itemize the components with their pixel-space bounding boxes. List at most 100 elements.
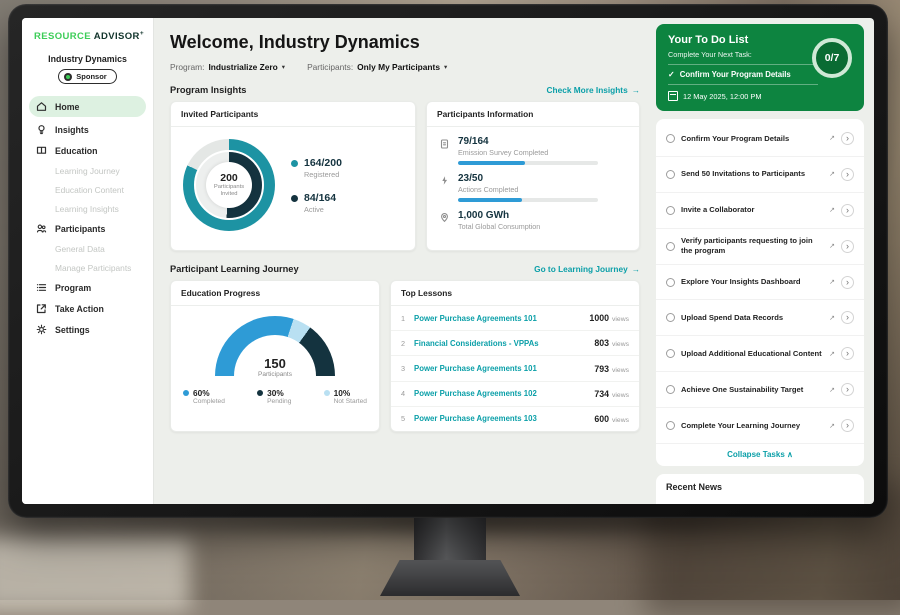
lesson-link[interactable]: Financial Considerations - VPPAs — [414, 339, 539, 348]
participants-filter-dropdown[interactable]: Participants: Only My Participants ▾ — [307, 62, 447, 72]
logo-plus: + — [140, 30, 144, 37]
sidebar-item-education-content[interactable]: Education Content — [22, 180, 153, 199]
lesson-row[interactable]: 4 Power Purchase Agreements 102 734views — [391, 382, 639, 407]
education-legend: 60% Completed 30% Pending 10% Not Starte… — [181, 388, 369, 405]
gear-icon — [36, 324, 47, 335]
legend-dot-active — [291, 195, 298, 202]
sidebar-item-home[interactable]: Home — [29, 96, 146, 117]
todo-task[interactable]: Complete Your Learning Journey ↗ › — [656, 408, 864, 444]
card-title-lessons: Top Lessons — [391, 281, 639, 306]
chevron-up-icon: ∧ — [787, 450, 793, 459]
card-title-invited: Invited Participants — [171, 102, 415, 127]
go-to-learning-journey-link[interactable]: Go to Learning Journey → — [534, 264, 640, 274]
todo-task[interactable]: Upload Additional Educational Content ↗ … — [656, 336, 864, 372]
lesson-row[interactable]: 1 Power Purchase Agreements 101 1000view… — [391, 306, 639, 331]
lesson-link[interactable]: Power Purchase Agreements 103 — [414, 414, 537, 423]
section-title-program-insights: Program Insights — [170, 85, 246, 95]
sidebar-nav: Home Insights Education Learning Journey… — [22, 96, 153, 340]
logo-text-resource: RESOURCE — [34, 31, 91, 42]
info-row-consumption: 1,000 GWh Total Global Consumption — [439, 210, 627, 231]
invited-legend: 164/200 Registered 84/164 Active — [291, 157, 342, 214]
sidebar-item-insights[interactable]: Insights — [22, 119, 153, 140]
clipboard-icon — [439, 138, 450, 149]
background-desk-light — [0, 537, 190, 612]
todo-task[interactable]: Upload Spend Data Records ↗ › — [656, 300, 864, 336]
chevron-right-icon[interactable]: › — [841, 132, 854, 145]
monitor-bezel: RESOURCE ADVISOR+ Industry Dynamics Spon… — [8, 4, 888, 518]
checkbox-icon[interactable] — [666, 242, 675, 251]
bulb-icon — [36, 124, 47, 135]
sidebar-item-settings[interactable]: Settings — [22, 319, 153, 340]
check-more-insights-link[interactable]: Check More Insights → — [547, 85, 640, 95]
participants-filter-value: Only My Participants — [357, 62, 440, 72]
chevron-right-icon[interactable]: › — [841, 168, 854, 181]
home-icon — [36, 101, 47, 112]
lesson-row[interactable]: 3 Power Purchase Agreements 101 793views — [391, 356, 639, 381]
todo-task[interactable]: Send 50 Invitations to Participants ↗ › — [656, 157, 864, 193]
legend-dot-not-started — [324, 390, 330, 396]
legend-dot-completed — [183, 390, 189, 396]
sidebar-item-manage-participants[interactable]: Manage Participants — [22, 258, 153, 277]
checkbox-icon[interactable] — [666, 206, 675, 215]
sidebar-item-general-data[interactable]: General Data — [22, 239, 153, 258]
org-name: Industry Dynamics — [22, 54, 153, 64]
collapse-tasks-link[interactable]: Collapse Tasks ∧ — [656, 444, 864, 464]
checkbox-icon[interactable] — [666, 170, 675, 179]
todo-task[interactable]: Achieve One Sustainability Target ↗ › — [656, 372, 864, 408]
external-link-icon: ↗ — [829, 206, 835, 214]
sponsor-icon — [64, 73, 72, 81]
sidebar-item-learning-insights[interactable]: Learning Insights — [22, 199, 153, 218]
sidebar-item-participants[interactable]: Participants — [22, 218, 153, 239]
education-progress-card: Education Progress 150 Participants — [170, 280, 380, 432]
todo-task[interactable]: Confirm Your Program Details ↗ › — [656, 121, 864, 157]
legend-item-active: 84/164 Active — [291, 192, 342, 214]
sponsor-label: Sponsor — [76, 72, 106, 81]
todo-summary-card: Your To Do List Complete Your Next Task:… — [656, 24, 864, 111]
checkbox-icon[interactable] — [666, 278, 675, 287]
sponsor-badge: Sponsor — [58, 69, 116, 84]
sidebar-item-learning-journey[interactable]: Learning Journey — [22, 161, 153, 180]
checkbox-icon[interactable] — [666, 385, 675, 394]
checkbox-icon[interactable] — [666, 313, 675, 322]
lesson-row[interactable]: 5 Power Purchase Agreements 103 600views — [391, 407, 639, 431]
bolt-icon — [439, 175, 450, 186]
lesson-link[interactable]: Power Purchase Agreements 101 — [414, 364, 537, 373]
chevron-right-icon[interactable]: › — [841, 311, 854, 324]
external-link-icon: ↗ — [829, 242, 835, 250]
info-row-actions: 23/50 Actions Completed — [439, 173, 627, 202]
program-filter-label: Program: — [170, 62, 204, 72]
external-link-icon: ↗ — [829, 422, 835, 430]
todo-due-date: 12 May 2025, 12:00 PM — [668, 91, 852, 101]
checkbox-icon[interactable] — [666, 349, 675, 358]
book-icon — [36, 145, 47, 156]
lesson-row[interactable]: 2 Financial Considerations - VPPAs 803vi… — [391, 331, 639, 356]
external-link-icon: ↗ — [829, 170, 835, 178]
card-title-education: Education Progress — [171, 281, 379, 306]
sidebar-item-program[interactable]: Program — [22, 277, 153, 298]
monitor-stand-neck — [414, 512, 486, 564]
recent-news-header[interactable]: Recent News — [656, 474, 864, 504]
chevron-right-icon[interactable]: › — [841, 240, 854, 253]
program-filter-dropdown[interactable]: Program: Industrialize Zero ▾ — [170, 62, 285, 72]
chevron-right-icon[interactable]: › — [841, 204, 854, 217]
todo-task[interactable]: Verify participants requesting to join t… — [656, 229, 864, 265]
todo-progress-ring: 0/7 — [812, 38, 852, 78]
lesson-link[interactable]: Power Purchase Agreements 102 — [414, 389, 537, 398]
todo-task[interactable]: Explore Your Insights Dashboard ↗ › — [656, 265, 864, 301]
chevron-right-icon[interactable]: › — [841, 276, 854, 289]
chevron-right-icon[interactable]: › — [841, 347, 854, 360]
chevron-right-icon[interactable]: › — [841, 383, 854, 396]
chevron-right-icon[interactable]: › — [841, 419, 854, 432]
checkbox-icon[interactable] — [666, 134, 675, 143]
lesson-link[interactable]: Power Purchase Agreements 101 — [414, 314, 537, 323]
sidebar-item-education[interactable]: Education — [22, 140, 153, 161]
chevron-down-icon: ▾ — [444, 63, 447, 71]
action-arrow-icon — [36, 303, 47, 314]
legend-item-completed: 60% Completed — [183, 388, 225, 405]
legend-dot-registered — [291, 160, 298, 167]
todo-panel: Your To Do List Complete Your Next Task:… — [652, 18, 874, 504]
todo-task[interactable]: Invite a Collaborator ↗ › — [656, 193, 864, 229]
todo-next-task[interactable]: ✓ Confirm Your Program Details — [668, 64, 818, 85]
sidebar-item-take-action[interactable]: Take Action — [22, 298, 153, 319]
checkbox-icon[interactable] — [666, 421, 675, 430]
